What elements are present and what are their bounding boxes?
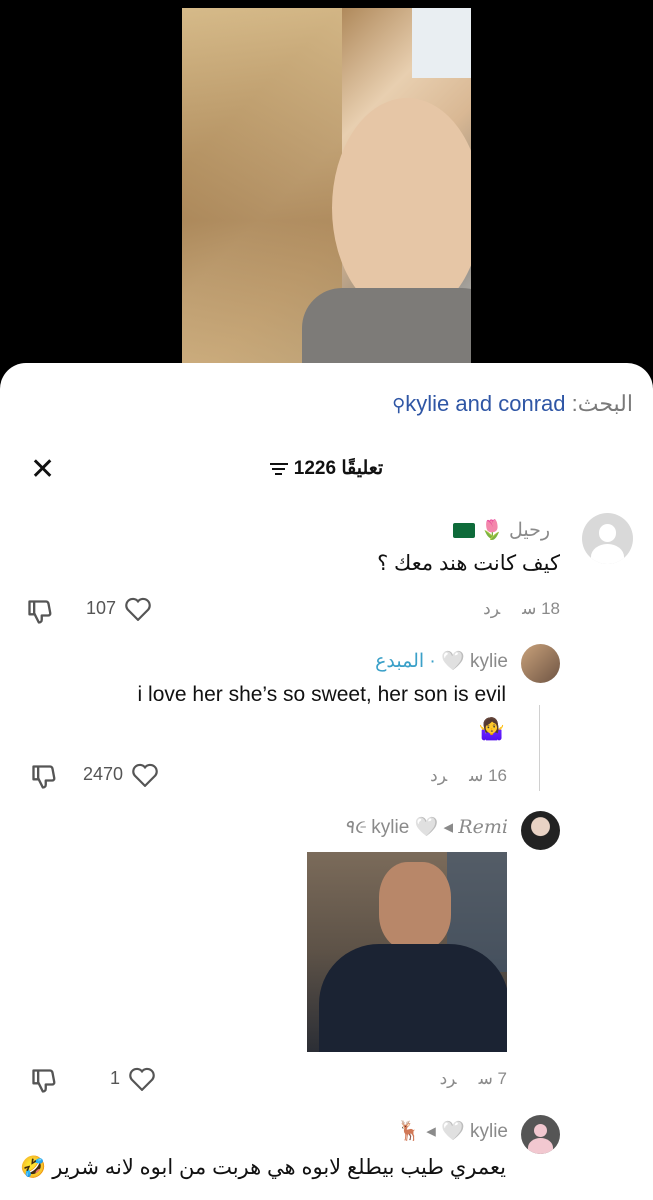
comment-time: 16 س bbox=[469, 766, 507, 785]
heart-icon bbox=[129, 1067, 155, 1091]
comment-time: 7 س bbox=[478, 1069, 507, 1088]
dislike-icon[interactable] bbox=[26, 598, 54, 626]
reply-button[interactable]: رد bbox=[430, 766, 447, 785]
avatar[interactable] bbox=[521, 644, 560, 683]
dislike-icon[interactable] bbox=[30, 1067, 58, 1095]
video-shirt bbox=[302, 288, 471, 363]
comment-time: 18 س bbox=[522, 599, 560, 618]
like-button[interactable]: 107 bbox=[86, 597, 151, 621]
reply-to-name: kylie 🤍 bbox=[441, 1121, 508, 1142]
search-label: البحث: bbox=[571, 391, 633, 416]
like-count: 1 bbox=[110, 1067, 121, 1088]
filter-icon[interactable] bbox=[269, 460, 288, 478]
comment-text: i love her she’s so sweet, her son is ev… bbox=[137, 683, 506, 706]
heart-icon bbox=[132, 763, 158, 787]
dislike-icon[interactable] bbox=[30, 763, 58, 791]
comment-author[interactable]: kylie 🤍 ◂ 🦌 bbox=[397, 1119, 508, 1143]
reply-arrow-icon: ◂ bbox=[426, 1121, 436, 1142]
comment-author[interactable]: رحيل 🌷 bbox=[452, 518, 550, 542]
comment-emoji: 🤷‍♀️ bbox=[478, 718, 505, 741]
comment-meta: 7 س رد bbox=[418, 1069, 507, 1089]
like-count: 2470 bbox=[83, 763, 124, 784]
avatar[interactable] bbox=[521, 1115, 560, 1154]
comment-author[interactable]: kylie 🤍 ◂ Remi ٩૯ bbox=[344, 815, 508, 839]
comments-sheet: البحث: kylie and conrad⚲ ✕ 1226 تعليقًا … bbox=[0, 363, 653, 1200]
reply-arrow-icon: ◂ bbox=[443, 817, 454, 838]
comments-header: ✕ 1226 تعليقًا bbox=[0, 449, 653, 489]
search-suggestion[interactable]: البحث: kylie and conrad⚲ bbox=[392, 391, 633, 417]
author-name: 🦌 bbox=[397, 1121, 421, 1142]
comment-text: كيف كانت هند معك ؟ bbox=[377, 552, 560, 575]
comment-count-label: 1226 تعليقًا bbox=[293, 458, 384, 479]
thread-line bbox=[539, 705, 540, 791]
like-button[interactable]: 1 bbox=[110, 1067, 155, 1091]
video-face bbox=[332, 98, 471, 318]
reply-button[interactable]: رد bbox=[440, 1069, 457, 1088]
reply-to-name: kylie 🤍 bbox=[371, 817, 439, 838]
comment-text: يعمري طيب بيطلع لابوه هي هربت من ابوه لا… bbox=[20, 1156, 506, 1179]
comment-meta: 18 س رد bbox=[461, 599, 560, 619]
search-icon: ⚲ bbox=[392, 395, 406, 415]
comment-meta: 16 س رد bbox=[408, 766, 507, 786]
like-button[interactable]: 2470 bbox=[83, 763, 158, 787]
avatar[interactable] bbox=[521, 811, 560, 850]
search-query[interactable]: kylie and conrad bbox=[405, 391, 565, 416]
video-player[interactable] bbox=[182, 8, 471, 363]
creator-badge: · المبدع bbox=[375, 651, 436, 672]
avatar[interactable] bbox=[582, 513, 633, 564]
comment-gif[interactable] bbox=[307, 852, 507, 1052]
flag-icon bbox=[452, 523, 475, 539]
video-background bbox=[412, 8, 471, 78]
heart-icon bbox=[125, 597, 151, 621]
comment-count: 1226 تعليقًا bbox=[0, 457, 653, 480]
comment-author[interactable]: kylie 🤍 · المبدع bbox=[375, 649, 508, 673]
reply-button[interactable]: رد bbox=[483, 599, 500, 618]
like-count: 107 bbox=[86, 597, 117, 618]
